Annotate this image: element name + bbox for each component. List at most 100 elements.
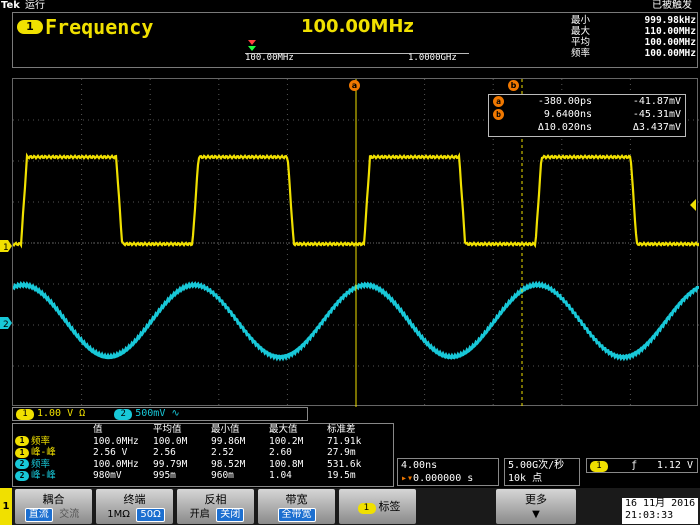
stat-max: 最大 110.00MHz [571, 26, 696, 37]
ch2-ground-marker[interactable]: 2 [0, 314, 12, 333]
down-arrow-icon: ▼ [532, 509, 540, 520]
stat-mean: 平均 100.00MHz [571, 37, 696, 48]
table-cell: 100.0M [153, 435, 188, 447]
trigger-readout[interactable]: 1 ƒ 1.12 V [586, 458, 698, 473]
table-cell: 100.0MHz [93, 458, 139, 470]
row-channel-badge: 2 [15, 470, 29, 481]
time-per-div: 4.00ns [401, 460, 438, 471]
more-button[interactable]: 更多 ▼ [496, 489, 576, 524]
ac-option: 交流 [59, 509, 80, 520]
label-channel-badge: 1 [357, 503, 376, 514]
ch1-ground-marker[interactable]: 1 [0, 237, 12, 256]
table-cell: 27.9m [327, 447, 356, 459]
scale-max-label: 1.0000GHz [408, 53, 457, 63]
table-cell: 2.56 V [93, 447, 128, 459]
bandwidth-button[interactable]: 带宽 全带宽 [258, 489, 335, 524]
row-label: 频率 [31, 435, 51, 447]
invert-button[interactable]: 反相 开启 关闭 [177, 489, 254, 524]
trigger-source-badge: 1 [590, 461, 608, 472]
table-row: 1 峰-峰 2.56 V 2.56 2.52 2.60 27.9m [13, 447, 383, 459]
dc-option: 直流 [24, 508, 53, 522]
trigger-status: 已被触发 [652, 0, 692, 11]
table-cell: 71.91k [327, 435, 362, 447]
horizontal-position: ▸▾0.000000 s [401, 473, 474, 484]
stat-label: 频率 [571, 48, 591, 59]
table-cell: 1.04 [269, 470, 292, 482]
ch2-scale: 500mV [135, 408, 166, 419]
button-title: 标签 [378, 500, 401, 513]
stat-value: 110.00MHz [644, 26, 696, 37]
table-row: 2 峰-峰 980mV 995m 960m 1.04 19.5m [13, 470, 383, 482]
svg-text:2: 2 [3, 320, 9, 329]
stat-freq: 频率 100.00MHz [571, 48, 696, 59]
channel-scale-strip[interactable]: 1 1.00 V Ω 2 500mV ∿ [12, 407, 308, 421]
table-row: 2 频率 100.0MHz 99.79M 98.52M 100.8M 531.6k [13, 459, 383, 471]
trigger-level: 1.12 V [656, 460, 693, 471]
stat-label: 平均 [571, 37, 591, 48]
button-title: 反相 [204, 493, 227, 506]
cursor-delta-row: Δ10.020ns Δ3.437mV [489, 121, 685, 134]
cursor-readout: a -380.00ps -41.87mV b 9.6400ns -45.31mV… [488, 94, 686, 137]
table-cell: 100.8M [269, 458, 304, 470]
row-label: 峰-峰 [31, 470, 56, 482]
cursor-delta-time: Δ10.020ns [537, 122, 592, 133]
trigger-level-marker[interactable] [688, 197, 700, 216]
ch2-coupling-icon: ∿ [171, 408, 180, 419]
cursor-time: -380.00ps [537, 96, 592, 107]
rising-edge-icon: ƒ [631, 460, 638, 471]
cursor-delta-voltage: Δ3.437mV [632, 122, 681, 133]
ch2-badge: 2 [114, 409, 133, 420]
label-button[interactable]: 1 标签 [339, 489, 416, 524]
termination-button[interactable]: 终端 1MΩ 50Ω [96, 489, 173, 524]
ch1-termination-icon: Ω [79, 408, 86, 419]
stat-value: 999.98kHz [644, 15, 696, 26]
button-title: 耦合 [42, 493, 65, 506]
table-cell: 980mV [93, 470, 122, 482]
coupling-button[interactable]: 耦合 直流 交流 [15, 489, 92, 524]
trigger-position-icon: ▸▾ [401, 473, 414, 484]
50ohm-option: 50Ω [136, 508, 165, 522]
invert-on-option: 开启 [189, 509, 210, 520]
menu-channel-tag: 1 [0, 488, 12, 525]
button-title: 带宽 [285, 493, 308, 506]
table-cell: 19.5m [327, 470, 356, 482]
measurement-title: Frequency [45, 15, 154, 39]
time-label: 21:03:33 [625, 510, 674, 521]
table-row: 1 频率 100.0MHz 100.0M 99.86M 100.2M 71.91k [13, 436, 383, 448]
horizontal-timebase[interactable]: 4.00ns ▸▾0.000000 s [397, 458, 499, 486]
stat-label: 最小 [571, 15, 591, 26]
acquisition-info[interactable]: 5.00G次/秒 10k 点 [504, 458, 580, 486]
full-bandwidth-option: 全带宽 [277, 508, 316, 522]
brand-logo: Tek [1, 0, 20, 11]
date-time: 16 11月 2016 21:03:33 [622, 498, 698, 524]
row-channel-badge: 1 [15, 447, 29, 458]
cursor-a-row: a -380.00ps -41.87mV [489, 95, 685, 108]
sample-rate: 5.00G次/秒 [508, 460, 565, 471]
record-length: 10k 点 [508, 473, 543, 484]
svg-text:1: 1 [3, 243, 9, 252]
stat-min: 最小 999.98kHz [571, 15, 696, 26]
run-state: 运行 [25, 0, 45, 11]
cursor-a-tag[interactable]: a [349, 80, 364, 91]
row-channel-badge: 2 [15, 459, 29, 470]
cursor-badge: a [493, 96, 504, 107]
table-cell: 100.2M [269, 435, 304, 447]
row-label: 峰-峰 [31, 447, 56, 459]
table-cell: 2.60 [269, 447, 292, 459]
table-cell: 960m [211, 470, 234, 482]
cursor-b-tag[interactable]: b [508, 80, 523, 91]
date-label: 16 11月 2016 [625, 498, 696, 509]
cursor-voltage: -41.87mV [632, 96, 681, 107]
measurement-table: 值 平均值 最小值 最大值 标准差 1 频率 100.0MHz 100.0M 99… [12, 423, 394, 487]
invert-off-option: 关闭 [216, 508, 245, 522]
ch1-scale: 1.00 V [37, 408, 74, 419]
table-cell: 99.79M [153, 458, 188, 470]
button-title: 终端 [123, 493, 146, 506]
table-cell: 99.86M [211, 435, 246, 447]
status-bar: Tek 运行 已被触发 [0, 0, 700, 12]
row-label: 频率 [31, 458, 51, 470]
stat-label: 最大 [571, 26, 591, 37]
table-cell: 995m [153, 470, 176, 482]
stat-value: 100.00MHz [644, 37, 696, 48]
ch1-badge: 1 [16, 409, 34, 420]
